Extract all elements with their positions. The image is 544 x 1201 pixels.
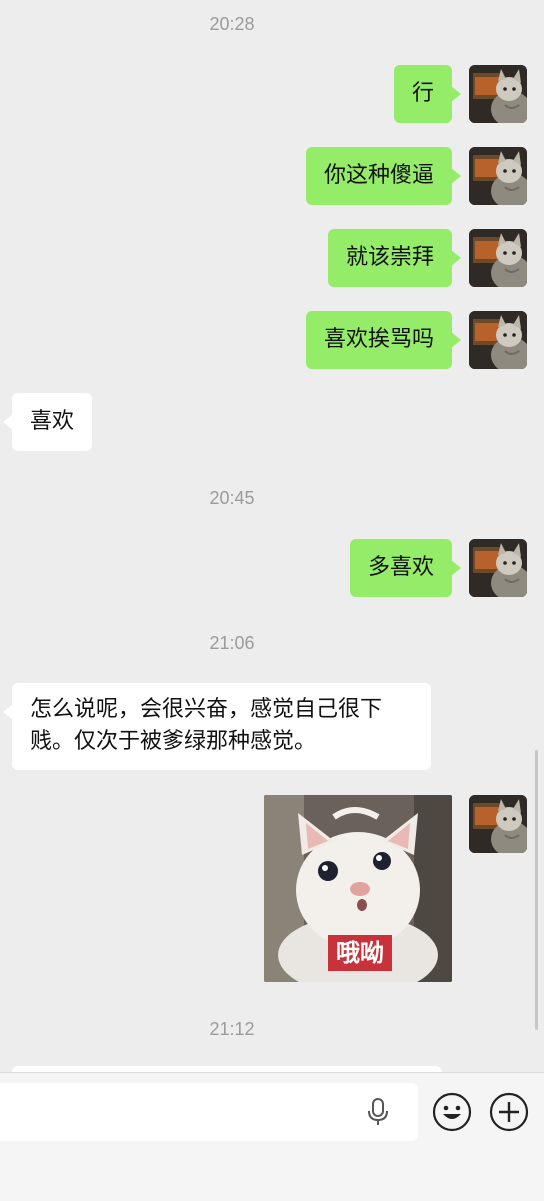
message-bubble-outgoing[interactable]: 行 <box>393 65 462 123</box>
user-avatar[interactable] <box>469 795 527 853</box>
scrollbar[interactable] <box>535 750 538 1030</box>
emoji-icon[interactable] <box>432 1092 472 1132</box>
message-bubble-outgoing[interactable]: 就该崇拜 <box>327 229 462 287</box>
user-avatar[interactable] <box>469 229 527 287</box>
user-avatar[interactable] <box>469 539 527 597</box>
plus-icon[interactable] <box>489 1092 529 1132</box>
chat-area[interactable]: 20:28 行 你这种傻逼 就该崇拜 喜欢挨骂吗 喜欢 20:45 多喜欢 21… <box>0 0 544 1080</box>
timestamp: 21:06 <box>209 633 255 653</box>
message-bubble-outgoing[interactable]: 多喜欢 <box>349 539 462 597</box>
message-bubble-incoming[interactable]: 喜欢 <box>2 393 93 451</box>
input-bar <box>0 1072 544 1201</box>
timestamp: 21:12 <box>209 1019 255 1039</box>
message-bubble-incoming[interactable]: 怎么说呢，会很兴奋，感觉自己很下贱。仅次于被爹绿那种感觉。 <box>3 683 431 770</box>
sticker-image[interactable]: 哦呦 <box>264 795 452 982</box>
message-bubble-outgoing[interactable]: 你这种傻逼 <box>305 147 462 205</box>
message-bubble-outgoing[interactable]: 喜欢挨骂吗 <box>305 311 462 369</box>
user-avatar[interactable] <box>469 147 527 205</box>
timestamp: 20:28 <box>209 14 255 34</box>
microphone-icon[interactable] <box>364 1097 392 1127</box>
timestamp: 20:45 <box>209 488 255 508</box>
user-avatar[interactable] <box>469 65 527 123</box>
message-input[interactable] <box>0 1083 418 1141</box>
user-avatar[interactable] <box>469 311 527 369</box>
sticker-caption: 哦呦 <box>328 935 392 971</box>
